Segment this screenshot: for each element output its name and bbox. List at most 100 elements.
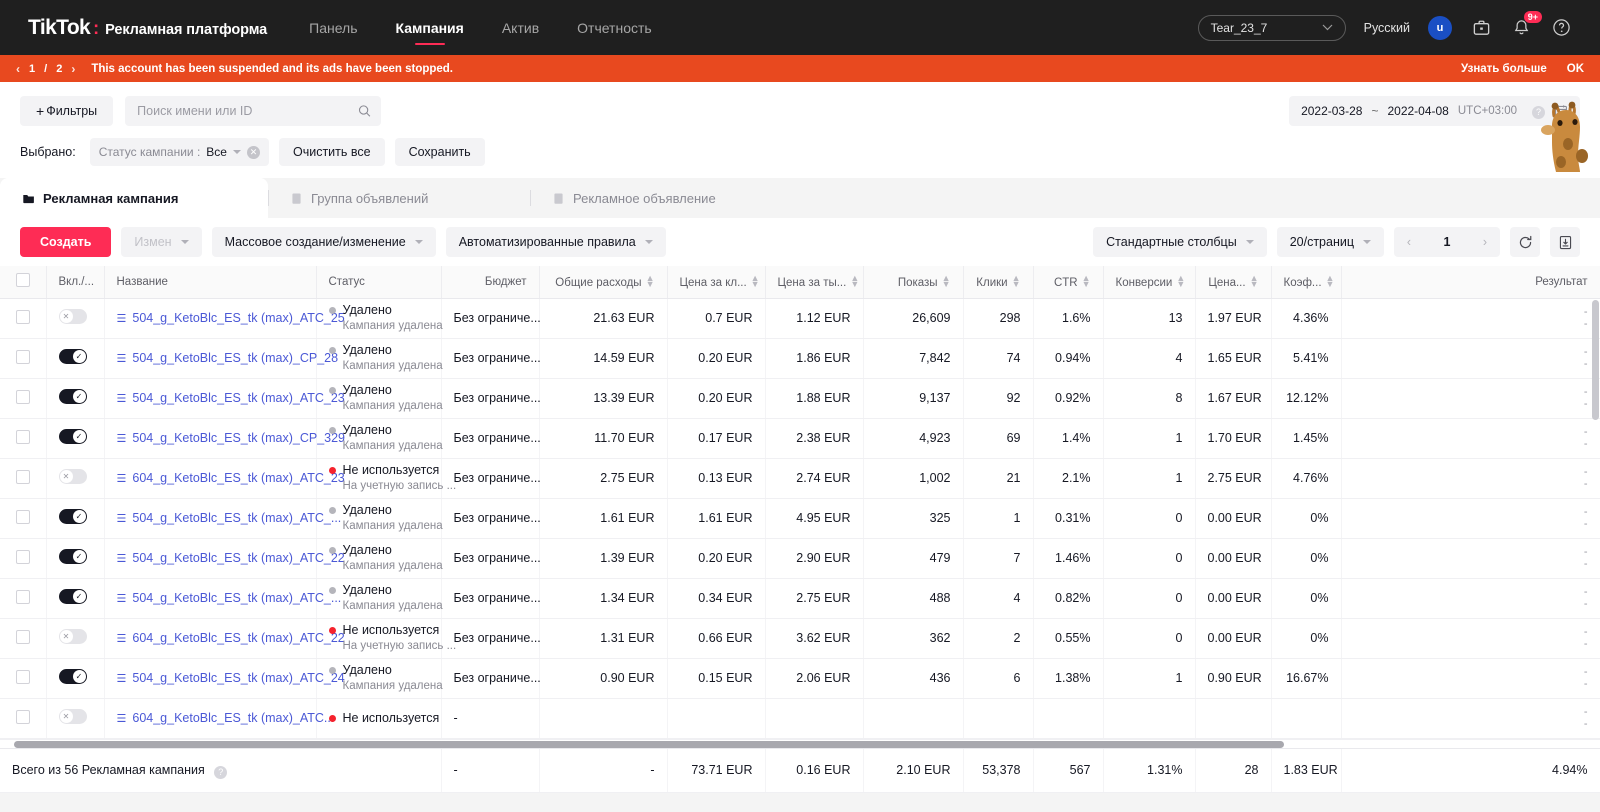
table-row[interactable]: ✓ ☰ 504_g_KetoBlc_ES_tk (max)_ATC_... Удале… — [0, 578, 1600, 619]
bulk-create-edit-dropdown[interactable]: Массовое создание/изменение — [211, 227, 436, 257]
row-enable-toggle[interactable]: ✓ — [58, 669, 87, 684]
table-row[interactable]: ✓ ☰ 504_g_KetoBlc_ES_tk (max)_ATC_... Удале… — [0, 498, 1600, 539]
table-row[interactable]: ✕ ☰ 504_g_KetoBlc_ES_tk (max)_ATC_25 Удален… — [0, 298, 1600, 339]
column-name[interactable]: Название — [104, 266, 317, 299]
row-enable-toggle[interactable]: ✓ — [58, 349, 87, 364]
date-range-picker[interactable]: 2022-03-28 ~ 2022-04-08 UTC+03:00 ? — [1289, 96, 1580, 126]
column-cpm[interactable]: Цена за ты... ▲ ▼ — [765, 266, 864, 299]
row-checkbox[interactable] — [15, 669, 30, 684]
nav-item-dashboard[interactable]: Панель — [309, 0, 357, 55]
sort-icon[interactable]: ▲ ▼ — [1250, 274, 1259, 289]
column-status[interactable]: Статус — [316, 266, 442, 299]
refresh-button[interactable] — [1510, 227, 1540, 257]
column-ctr[interactable]: CTR ▲ ▼ — [1033, 266, 1104, 299]
campaign-name-link[interactable]: ☰ 604_g_KetoBlc_ES_tk (max)_ATC... — [117, 711, 335, 725]
sort-icon[interactable]: ▲ ▼ — [942, 274, 951, 289]
sort-icon[interactable]: ▲ ▼ — [850, 274, 859, 289]
filter-chip-campaign-status[interactable]: Статус кампании : Все ✕ — [89, 138, 269, 166]
row-checkbox[interactable] — [15, 629, 30, 644]
column-cpc[interactable]: Цена за кл... ▲ ▼ — [667, 266, 766, 299]
column-impressions[interactable]: Показы ▲ ▼ — [863, 266, 964, 299]
column-conversions[interactable]: Конверсии ▲ ▼ — [1103, 266, 1196, 299]
sort-icon[interactable]: ▲ ▼ — [1176, 274, 1185, 289]
tab-ad[interactable]: Рекламное объявление — [530, 178, 792, 218]
sort-icon[interactable]: ▲ ▼ — [1082, 274, 1091, 289]
automated-rules-dropdown[interactable]: Автоматизированные правила — [445, 227, 666, 257]
campaign-name-link[interactable]: ☰ 504_g_KetoBlc_ES_tk (max)_ATC_25 — [117, 311, 345, 325]
campaign-name-link[interactable]: ☰ 504_g_KetoBlc_ES_tk (max)_ATC_22 — [117, 551, 345, 565]
horizontal-scrollbar[interactable] — [0, 738, 1600, 748]
row-enable-toggle[interactable]: ✕ — [58, 629, 87, 644]
row-checkbox[interactable] — [15, 509, 30, 524]
close-icon[interactable]: ✕ — [246, 145, 260, 159]
pagination-prev-button[interactable]: ‹ — [1394, 235, 1424, 249]
campaign-name-link[interactable]: ☰ 504_g_KetoBlc_ES_tk (max)_ATC_24 — [117, 671, 345, 685]
column-toggle[interactable]: Вкл./... — [46, 266, 105, 299]
table-row[interactable]: ✓ ☰ 504_g_KetoBlc_ES_tk (max)_CP_329 Удален… — [0, 418, 1600, 459]
tab-campaign[interactable]: Рекламная кампания — [0, 178, 268, 218]
column-budget[interactable]: Бюджет — [441, 266, 540, 299]
help-icon[interactable] — [1550, 17, 1572, 39]
nav-item-campaign[interactable]: Кампания — [396, 0, 464, 55]
sort-icon[interactable]: ▲ ▼ — [1326, 274, 1335, 289]
row-enable-toggle[interactable]: ✕ — [58, 709, 87, 724]
account-selector[interactable]: Tear_23_7 — [1197, 14, 1346, 41]
notifications-bell-icon[interactable]: 9+ — [1510, 10, 1542, 39]
row-enable-toggle[interactable]: ✓ — [58, 589, 87, 604]
vertical-scrollbar[interactable] — [1592, 300, 1599, 420]
nav-item-assets[interactable]: Актив — [502, 0, 539, 55]
row-enable-toggle[interactable]: ✓ — [58, 429, 87, 444]
export-button[interactable] — [1550, 227, 1580, 257]
table-row[interactable]: ✓ ☰ 504_g_KetoBlc_ES_tk (max)_CP_28 Удалено… — [0, 338, 1600, 379]
campaign-name-link[interactable]: ☰ 504_g_KetoBlc_ES_tk (max)_CP_329 — [117, 431, 346, 445]
nav-item-reporting[interactable]: Отчетность — [577, 0, 652, 55]
sort-icon[interactable]: ▲ ▼ — [751, 274, 760, 289]
column-clicks[interactable]: Клики ▲ ▼ — [963, 266, 1034, 299]
row-checkbox[interactable] — [15, 709, 30, 724]
clear-all-button[interactable]: Очистить все — [278, 138, 385, 166]
columns-dropdown[interactable]: Стандартные столбцы — [1093, 227, 1267, 257]
banner-learn-more-link[interactable]: Узнать больше — [1461, 63, 1547, 75]
row-checkbox[interactable] — [15, 309, 30, 324]
avatar[interactable]: u — [1428, 15, 1452, 40]
campaign-name-link[interactable]: ☰ 504_g_KetoBlc_ES_tk (max)_CP_28 — [117, 351, 339, 365]
sort-icon[interactable]: ▲ ▼ — [646, 274, 655, 289]
row-enable-toggle[interactable]: ✕ — [58, 309, 87, 324]
row-checkbox[interactable] — [15, 469, 30, 484]
banner-next-arrow[interactable]: › — [71, 62, 75, 76]
column-cost-per-conversion[interactable]: Цена... ▲ ▼ — [1195, 266, 1272, 299]
row-checkbox[interactable] — [15, 349, 30, 364]
briefcase-icon[interactable] — [1470, 17, 1492, 39]
row-enable-toggle[interactable]: ✓ — [58, 509, 87, 524]
banner-ok-button[interactable]: OK — [1567, 63, 1584, 75]
select-all-checkbox[interactable] — [15, 273, 30, 288]
row-enable-toggle[interactable]: ✓ — [58, 549, 87, 564]
search-input[interactable] — [135, 103, 358, 119]
tab-adgroup[interactable]: Группа объявлений — [268, 178, 530, 218]
campaign-name-link[interactable]: ☰ 504_g_KetoBlc_ES_tk (max)_ATC_23 — [117, 391, 345, 405]
campaign-name-link[interactable]: ☰ 604_g_KetoBlc_ES_tk (max)_ATC_22 — [117, 631, 345, 645]
horizontal-scrollbar-thumb[interactable] — [14, 740, 1284, 748]
campaign-name-link[interactable]: ☰ 504_g_KetoBlc_ES_tk (max)_ATC_... — [117, 511, 342, 525]
add-filters-button[interactable]: + Фильтры — [20, 96, 114, 126]
search-box[interactable] — [125, 96, 382, 126]
column-total-spend[interactable]: Общие расходы ▲ ▼ — [539, 266, 668, 299]
row-enable-toggle[interactable]: ✕ — [58, 469, 87, 484]
pagination-next-button[interactable]: › — [1470, 235, 1500, 249]
banner-prev-arrow[interactable]: ‹ — [16, 62, 20, 76]
sort-icon[interactable]: ▲ ▼ — [1012, 274, 1021, 289]
row-checkbox[interactable] — [15, 549, 30, 564]
table-row[interactable]: ✓ ☰ 504_g_KetoBlc_ES_tk (max)_ATC_24 Удален… — [0, 658, 1600, 699]
timezone-help-icon[interactable]: ? — [1532, 105, 1545, 119]
totals-help-icon[interactable]: ? — [214, 765, 228, 779]
column-conversion-rate[interactable]: Коэф... ▲ ▼ — [1271, 266, 1342, 299]
edit-dropdown-button[interactable]: Измен — [121, 227, 202, 257]
column-result[interactable]: Результат — [1341, 266, 1600, 299]
row-checkbox[interactable] — [15, 429, 30, 444]
table-row[interactable]: ✓ ☰ 504_g_KetoBlc_ES_tk (max)_ATC_23 Удален… — [0, 378, 1600, 419]
row-enable-toggle[interactable]: ✓ — [58, 389, 87, 404]
table-row[interactable]: ✕ ☰ 604_g_KetoBlc_ES_tk (max)_ATC_23 Не исп… — [0, 458, 1600, 499]
campaign-name-link[interactable]: ☰ 504_g_KetoBlc_ES_tk (max)_ATC_... — [117, 591, 342, 605]
language-selector[interactable]: Русский — [1364, 21, 1410, 35]
table-row[interactable]: ✕ ☰ 604_g_KetoBlc_ES_tk (max)_ATC... Не исп… — [0, 698, 1600, 739]
